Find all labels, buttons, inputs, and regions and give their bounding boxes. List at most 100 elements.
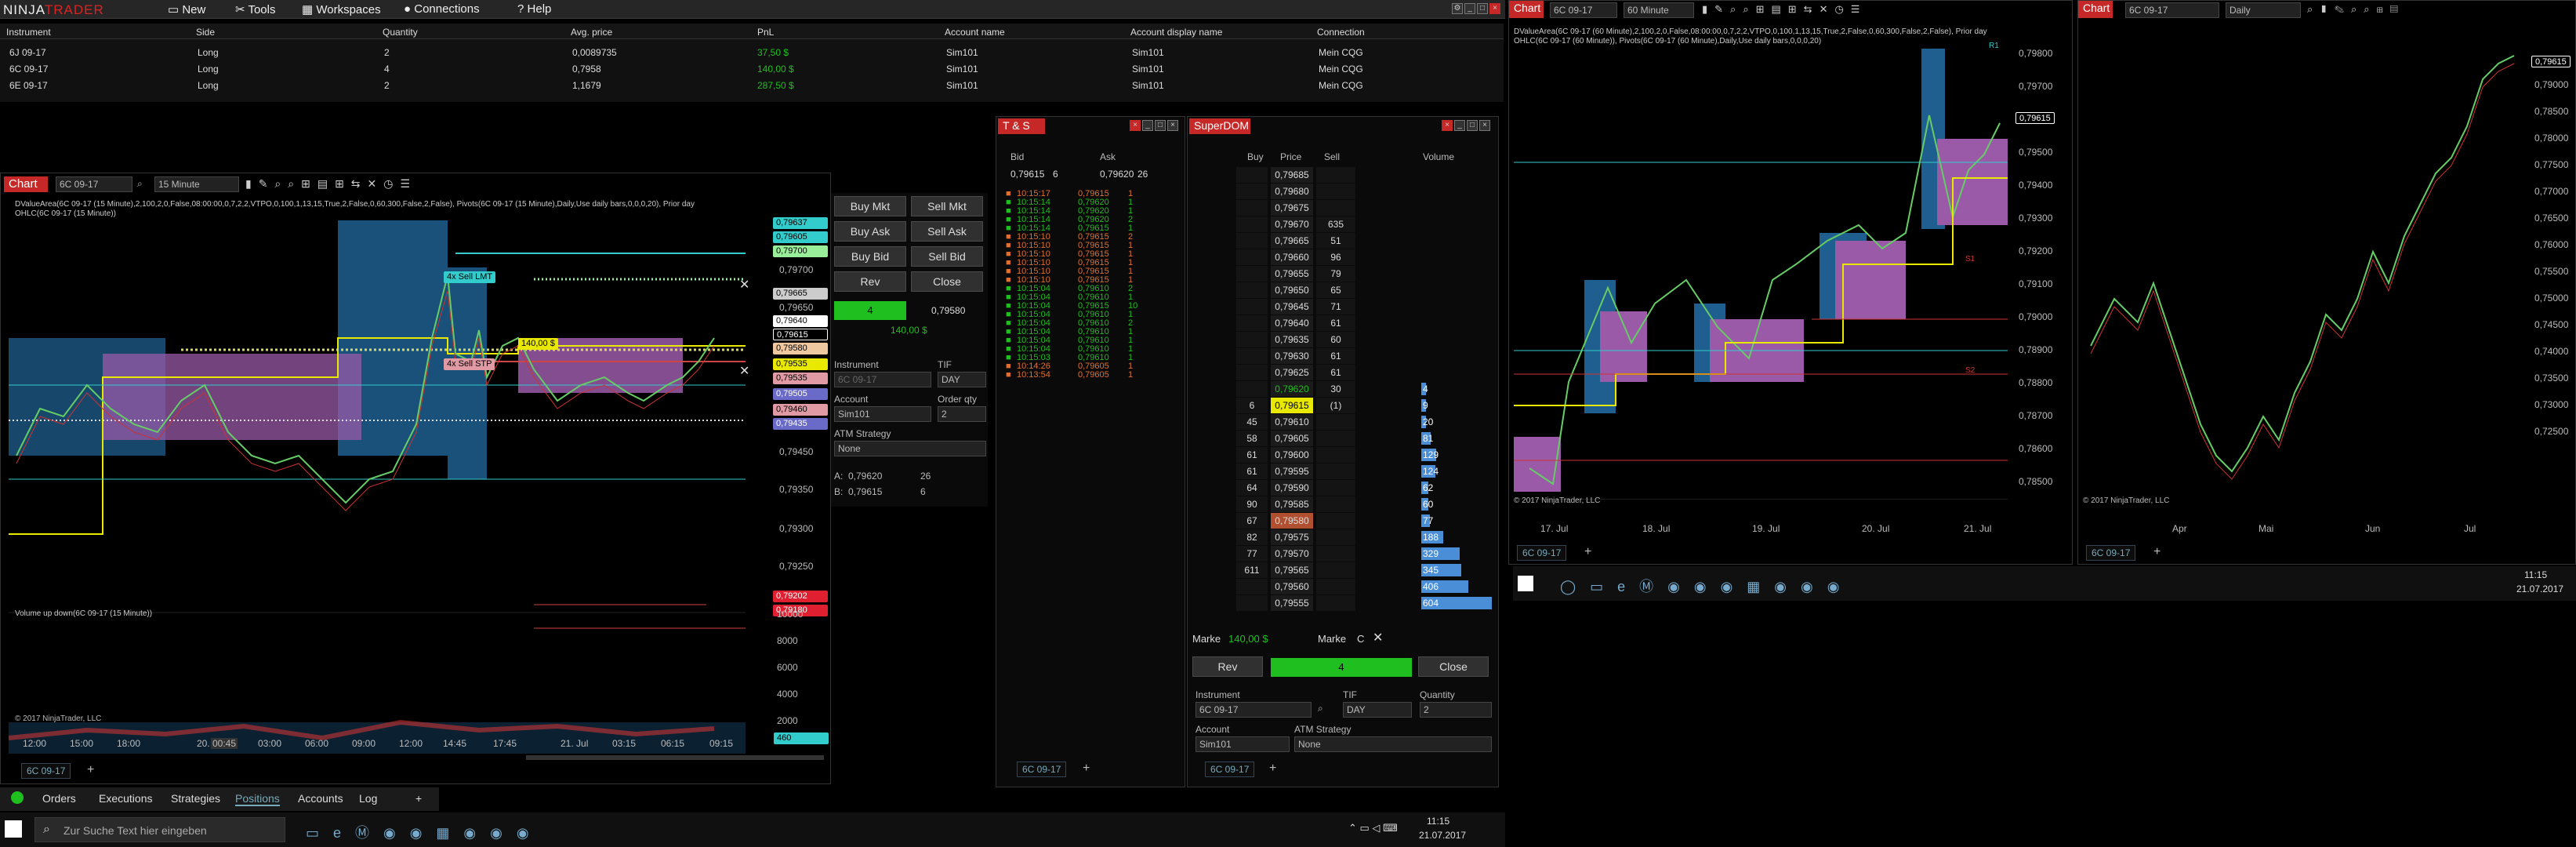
dom-buy-cell[interactable]: [1236, 315, 1268, 331]
menu-help[interactable]: ? Help: [517, 2, 551, 16]
dom-sell-cell[interactable]: [1316, 184, 1355, 199]
dom-buy-cell[interactable]: 61: [1236, 463, 1268, 479]
dom-sell-cell[interactable]: [1316, 463, 1355, 479]
dom-row[interactable]: 0,79660 96: [1236, 249, 1495, 265]
ts-tab-6c[interactable]: 6C 09-17: [1017, 762, 1067, 777]
dom-volume-cell[interactable]: 81: [1423, 431, 1454, 446]
col-account-display[interactable]: Account display name: [1130, 27, 1222, 38]
dom-buy-cell[interactable]: 82: [1236, 529, 1268, 545]
close-position-button[interactable]: Close: [911, 271, 983, 292]
chart-toolbar-icons[interactable]: ▮✎⌕⌕⊞▤⊞⇆✕◷☰: [245, 177, 417, 191]
dom-tif-select[interactable]: DAY: [1343, 702, 1412, 718]
minimize-icon[interactable]: _: [1464, 3, 1475, 14]
dom-price-cell[interactable]: 0,79630: [1271, 348, 1313, 364]
dom-sell-cell[interactable]: 71: [1316, 299, 1355, 314]
col-connection[interactable]: Connection: [1317, 27, 1365, 38]
dom-buy-cell[interactable]: 77: [1236, 546, 1268, 562]
windows-start-icon[interactable]: [1518, 576, 1533, 591]
dom-price-cell[interactable]: 0,79640: [1271, 315, 1313, 331]
dom-price-cell[interactable]: 0,79580: [1271, 513, 1313, 529]
dom-buy-cell[interactable]: [1236, 579, 1268, 594]
buy-ask-button[interactable]: Buy Ask: [834, 221, 906, 242]
chart-right-interval[interactable]: Daily: [2226, 2, 2301, 18]
dom-reverse-button[interactable]: Rev: [1192, 656, 1263, 677]
chart-mid-title-tab[interactable]: Chart: [1509, 1, 1544, 18]
dom-price-cell[interactable]: 0,79555: [1271, 595, 1313, 611]
dom-row[interactable]: 67 0,79580 77: [1236, 513, 1495, 529]
dom-price-cell[interactable]: 0,79600: [1271, 447, 1313, 463]
dom-buy-cell[interactable]: [1236, 348, 1268, 364]
dom-volume-cell[interactable]: 62: [1423, 480, 1454, 496]
taskbar-app-icons[interactable]: ▭eⓂ◉◉▦◉◉◉: [306, 822, 543, 842]
sell-market-button[interactable]: Sell Mkt: [911, 196, 983, 216]
dom-buy-cell[interactable]: [1236, 595, 1268, 611]
ts-close-icon[interactable]: ×: [1130, 120, 1141, 131]
chart-right-toolbar-icons[interactable]: ⌕▮✎⌕⌕⊞▤: [2307, 3, 2405, 16]
chart-mid-instrument[interactable]: 6C 09-17: [1550, 2, 1617, 18]
chart-mid-tab-6c[interactable]: 6C 09-17: [1517, 545, 1567, 561]
dom-buy-cell[interactable]: 6: [1236, 398, 1268, 413]
order-sell-stp[interactable]: 4x Sell STP: [444, 358, 495, 370]
dom-closebtn-icon[interactable]: ×: [1479, 120, 1490, 131]
dom-row[interactable]: 0,79645 71: [1236, 299, 1495, 314]
dom-row[interactable]: 0,79625 61: [1236, 365, 1495, 380]
dom-sell-cell[interactable]: [1316, 513, 1355, 529]
dom-price-cell[interactable]: 0,79645: [1271, 299, 1313, 314]
order-qty-stepper[interactable]: 2: [938, 406, 986, 422]
dom-sell-cell[interactable]: [1316, 447, 1355, 463]
dom-sell-cell[interactable]: 61: [1316, 365, 1355, 380]
dom-sell-cell[interactable]: [1316, 595, 1355, 611]
dom-price-cell[interactable]: 0,79575: [1271, 529, 1313, 545]
dom-buy-cell[interactable]: 90: [1236, 496, 1268, 512]
col-instrument[interactable]: Instrument: [6, 27, 51, 38]
dom-qty-stepper[interactable]: 2: [1420, 702, 1492, 718]
buy-market-button[interactable]: Buy Mkt: [834, 196, 906, 216]
dom-sell-cell[interactable]: (1): [1316, 398, 1355, 413]
dom-sell-cell[interactable]: 61: [1316, 315, 1355, 331]
dom-price-cell[interactable]: 0,79625: [1271, 365, 1313, 380]
ts-title-tab[interactable]: T & S: [998, 118, 1045, 134]
maximize-icon[interactable]: □: [1477, 3, 1488, 14]
dom-close-button[interactable]: Close: [1418, 656, 1489, 677]
tray-time[interactable]: 11:15: [1427, 816, 1449, 827]
dom-buy-cell[interactable]: [1236, 282, 1268, 298]
chart-tab-6c[interactable]: 6C 09-17: [21, 763, 71, 779]
dom-volume-cell[interactable]: 77: [1423, 513, 1454, 529]
dom-price-cell[interactable]: 0,79590: [1271, 480, 1313, 496]
dom-close-x-icon[interactable]: ✕: [1373, 630, 1383, 645]
dom-row[interactable]: 61 0,79595 124: [1236, 463, 1495, 479]
dom-row[interactable]: 0,79675: [1236, 200, 1495, 216]
dom-sell-cell[interactable]: [1316, 562, 1355, 578]
col-side[interactable]: Side: [196, 27, 215, 38]
dom-sell-cell[interactable]: 79: [1316, 266, 1355, 282]
taskbar-search-box[interactable]: ⌕ Zur Suche Text hier eingeben: [34, 817, 285, 842]
dom-price-cell[interactable]: 0,79585: [1271, 496, 1313, 512]
close-order-icon[interactable]: ✕: [739, 363, 749, 379]
chart-mid-interval[interactable]: 60 Minute: [1624, 2, 1694, 18]
dom-volume-cell[interactable]: 604: [1423, 595, 1454, 611]
dom-buy-cell[interactable]: [1236, 184, 1268, 199]
menu-connections[interactable]: ● Connections: [404, 2, 480, 16]
dom-buy-cell[interactable]: [1236, 167, 1268, 183]
dom-price-cell[interactable]: 0,79635: [1271, 332, 1313, 347]
chart-mid-toolbar-icons[interactable]: ▮✎⌕⌕⊞▤⊞⇆✕◷☰: [1702, 3, 1867, 16]
buy-bid-button[interactable]: Buy Bid: [834, 246, 906, 267]
col-quantity[interactable]: Quantity: [383, 27, 418, 38]
dom-row[interactable]: 0,79640 61: [1236, 315, 1495, 331]
interval-selector[interactable]: 15 Minute: [154, 176, 239, 192]
dom-price-cell[interactable]: 0,79675: [1271, 200, 1313, 216]
dom-sell-cell[interactable]: [1316, 496, 1355, 512]
dom-row[interactable]: 0,79685: [1236, 167, 1495, 183]
dom-price-cell[interactable]: 0,79595: [1271, 463, 1313, 479]
dom-sell-cell[interactable]: 96: [1316, 249, 1355, 265]
dom-atm-select[interactable]: None: [1294, 736, 1492, 752]
dom-volume-cell[interactable]: 124: [1423, 463, 1454, 479]
gear-icon[interactable]: ⚙: [1452, 3, 1463, 14]
dom-price-cell[interactable]: 0,79615: [1271, 398, 1313, 413]
dom-price-cell[interactable]: 0,79685: [1271, 167, 1313, 183]
dom-volume-cell[interactable]: 345: [1423, 562, 1454, 578]
dom-row[interactable]: 0,79560 406: [1236, 579, 1495, 594]
dom-buy-cell[interactable]: 64: [1236, 480, 1268, 496]
chart-title-tab[interactable]: Chart: [4, 176, 48, 192]
tif-select[interactable]: DAY: [938, 372, 986, 387]
